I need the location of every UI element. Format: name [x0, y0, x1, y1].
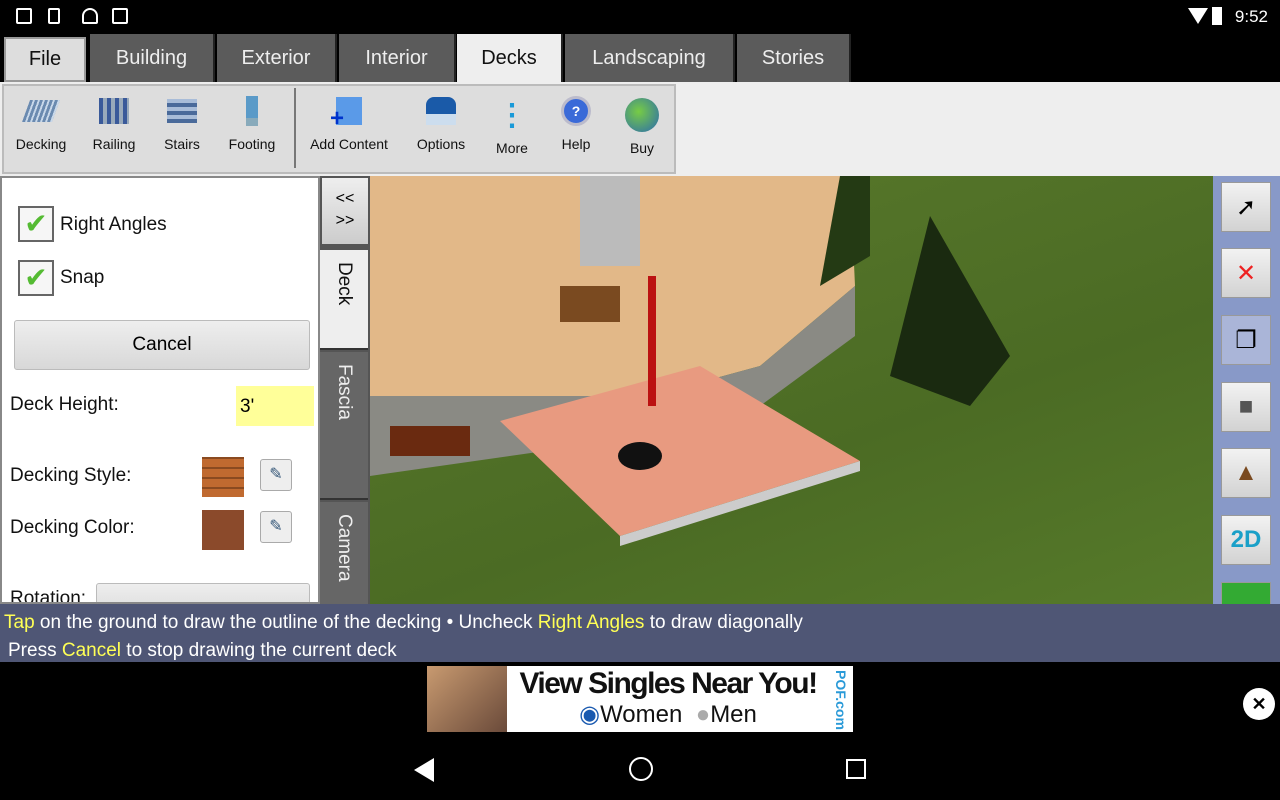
- box-icon[interactable]: ■: [1221, 382, 1271, 432]
- options-button[interactable]: Options: [406, 86, 476, 172]
- buy-button[interactable]: Buy: [612, 86, 672, 172]
- deck-height-label: Deck Height:: [10, 394, 119, 415]
- footing-icon: [234, 94, 270, 128]
- chimney: [580, 176, 640, 266]
- terrain-icon[interactable]: [1221, 582, 1271, 604]
- decking-style-label: Decking Style:: [10, 465, 132, 486]
- tab-camera[interactable]: Camera: [320, 502, 368, 612]
- pointer-icon[interactable]: ➚: [1221, 182, 1271, 232]
- cabinet: [560, 286, 620, 322]
- tab-fascia[interactable]: Fascia: [320, 352, 368, 500]
- battery-icon: [1212, 7, 1222, 25]
- stairs-button[interactable]: Stairs: [154, 86, 210, 172]
- hint-line-1: Tap on the ground to draw the outline of…: [4, 612, 803, 633]
- eyedropper-icon[interactable]: ✎: [260, 459, 292, 491]
- right-angles-label: Right Angles: [60, 214, 167, 235]
- delete-icon[interactable]: ✕: [1221, 248, 1271, 298]
- back-icon[interactable]: [414, 758, 434, 782]
- tree: [890, 216, 1010, 406]
- railing-button[interactable]: Railing: [84, 86, 144, 172]
- home-icon[interactable]: [629, 757, 653, 781]
- more-icon: ⋮: [497, 98, 527, 132]
- swing-bench: [390, 426, 470, 456]
- tab-file[interactable]: File: [4, 37, 86, 82]
- nav-bar: [0, 740, 1280, 800]
- buy-icon: [624, 98, 660, 132]
- side-tabs: << >> Deck Fascia Camera: [320, 176, 370, 612]
- clock: 9:52: [1234, 7, 1268, 26]
- ad-image: [427, 666, 507, 732]
- ad-brand: POF.com: [833, 670, 849, 730]
- footing-button[interactable]: Footing: [220, 86, 284, 172]
- deck-height-input[interactable]: 3': [236, 386, 314, 426]
- tab-exterior[interactable]: Exterior: [217, 34, 337, 82]
- rotation-button[interactable]: [96, 583, 310, 602]
- more-button[interactable]: ⋮ More: [484, 86, 540, 172]
- deck-settings-panel: ✔ Right Angles ✔ Snap Cancel Deck Height…: [0, 176, 320, 604]
- tab-landscaping[interactable]: Landscaping: [565, 34, 735, 82]
- cancel-button[interactable]: Cancel: [14, 320, 310, 370]
- wifi-icon: [1188, 8, 1208, 24]
- decking-color-swatch[interactable]: [202, 510, 244, 550]
- status-bar: 9:52: [0, 0, 1280, 33]
- hint-line-2: Press Cancel to stop drawing the current…: [8, 640, 397, 661]
- ad-headline: View Singles Near You!: [519, 667, 818, 700]
- railing-icon: [96, 94, 132, 128]
- task-icon: [112, 8, 128, 24]
- instruction-bar: Tap on the ground to draw the outline of…: [0, 604, 1280, 662]
- right-angles-checkbox[interactable]: ✔: [18, 206, 54, 242]
- eyedropper-icon[interactable]: ✎: [260, 511, 292, 543]
- right-toolbar: ➚ ✕ ❐ ■ ▲ 2D: [1213, 176, 1280, 604]
- add-content-button[interactable]: + Add Content: [304, 86, 394, 172]
- recents-icon[interactable]: [846, 759, 866, 779]
- ad-option-women: Women: [600, 701, 683, 728]
- tab-building[interactable]: Building: [90, 34, 215, 82]
- 3d-viewport[interactable]: [370, 176, 1213, 604]
- snap-label: Snap: [60, 267, 105, 288]
- roof-icon[interactable]: ▲: [1221, 448, 1271, 498]
- copy-icon[interactable]: ❐: [1221, 315, 1271, 365]
- stairs-icon: [164, 94, 200, 128]
- help-icon: ?: [558, 94, 594, 128]
- 2d-icon[interactable]: 2D: [1221, 515, 1271, 565]
- download-icon: [48, 8, 60, 24]
- tab-stories[interactable]: Stories: [737, 34, 851, 82]
- ad-option-men: Men: [710, 701, 757, 728]
- toolbar-divider: [294, 88, 296, 168]
- help-button[interactable]: ? Help: [548, 86, 604, 172]
- decking-button[interactable]: Decking: [8, 86, 74, 172]
- decking-style-swatch[interactable]: [202, 457, 244, 497]
- rotation-label: Rotation:: [10, 588, 87, 604]
- snap-checkbox[interactable]: ✔: [18, 260, 54, 296]
- options-icon: [423, 94, 459, 128]
- collapse-toggle[interactable]: << >>: [322, 178, 368, 244]
- main-tabs: File Building Exterior Interior Decks La…: [0, 33, 1280, 82]
- tab-interior[interactable]: Interior: [339, 34, 456, 82]
- decking-icon: [21, 94, 61, 128]
- ad-banner[interactable]: View Singles Near You! ◉Women ●Men POF.c…: [427, 666, 853, 732]
- android-icon: [82, 8, 98, 24]
- ad-bar: View Singles Near You! ◉Women ●Men POF.c…: [0, 662, 1280, 740]
- add-content-icon: +: [330, 94, 367, 131]
- tab-decks[interactable]: Decks: [457, 34, 563, 82]
- toolbar: Decking Railing Stairs Footing + Add Cont…: [0, 82, 1280, 176]
- chair: [618, 442, 662, 470]
- gallery-icon: [16, 8, 32, 24]
- close-ad-icon[interactable]: ✕: [1243, 688, 1275, 720]
- post: [648, 276, 656, 406]
- 3d-scene: [370, 176, 1010, 546]
- tab-deck[interactable]: Deck: [320, 250, 368, 350]
- decking-color-label: Decking Color:: [10, 517, 135, 538]
